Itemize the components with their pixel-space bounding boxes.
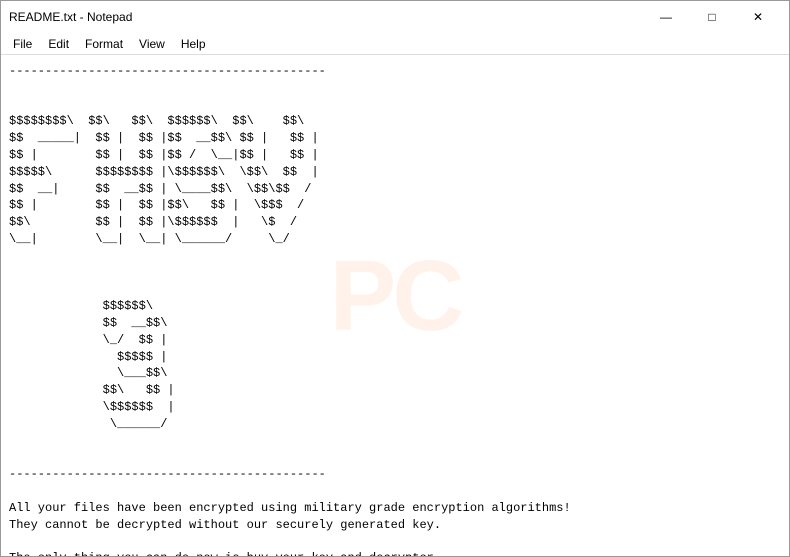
menu-format[interactable]: Format xyxy=(77,35,131,53)
close-button[interactable]: ✕ xyxy=(735,1,781,33)
notepad-window: README.txt - Notepad — □ ✕ File Edit For… xyxy=(0,0,790,557)
text-editor-area[interactable]: PC -------------------------------------… xyxy=(1,55,789,556)
window-controls: — □ ✕ xyxy=(643,1,781,33)
title-bar: README.txt - Notepad — □ ✕ xyxy=(1,1,789,33)
readme-text: ----------------------------------------… xyxy=(9,63,785,556)
maximize-button[interactable]: □ xyxy=(689,1,735,33)
menu-view[interactable]: View xyxy=(131,35,173,53)
menu-edit[interactable]: Edit xyxy=(40,35,77,53)
minimize-button[interactable]: — xyxy=(643,1,689,33)
window-title: README.txt - Notepad xyxy=(9,10,643,24)
menu-help[interactable]: Help xyxy=(173,35,214,53)
menu-bar: File Edit Format View Help xyxy=(1,33,789,55)
menu-file[interactable]: File xyxy=(5,35,40,53)
